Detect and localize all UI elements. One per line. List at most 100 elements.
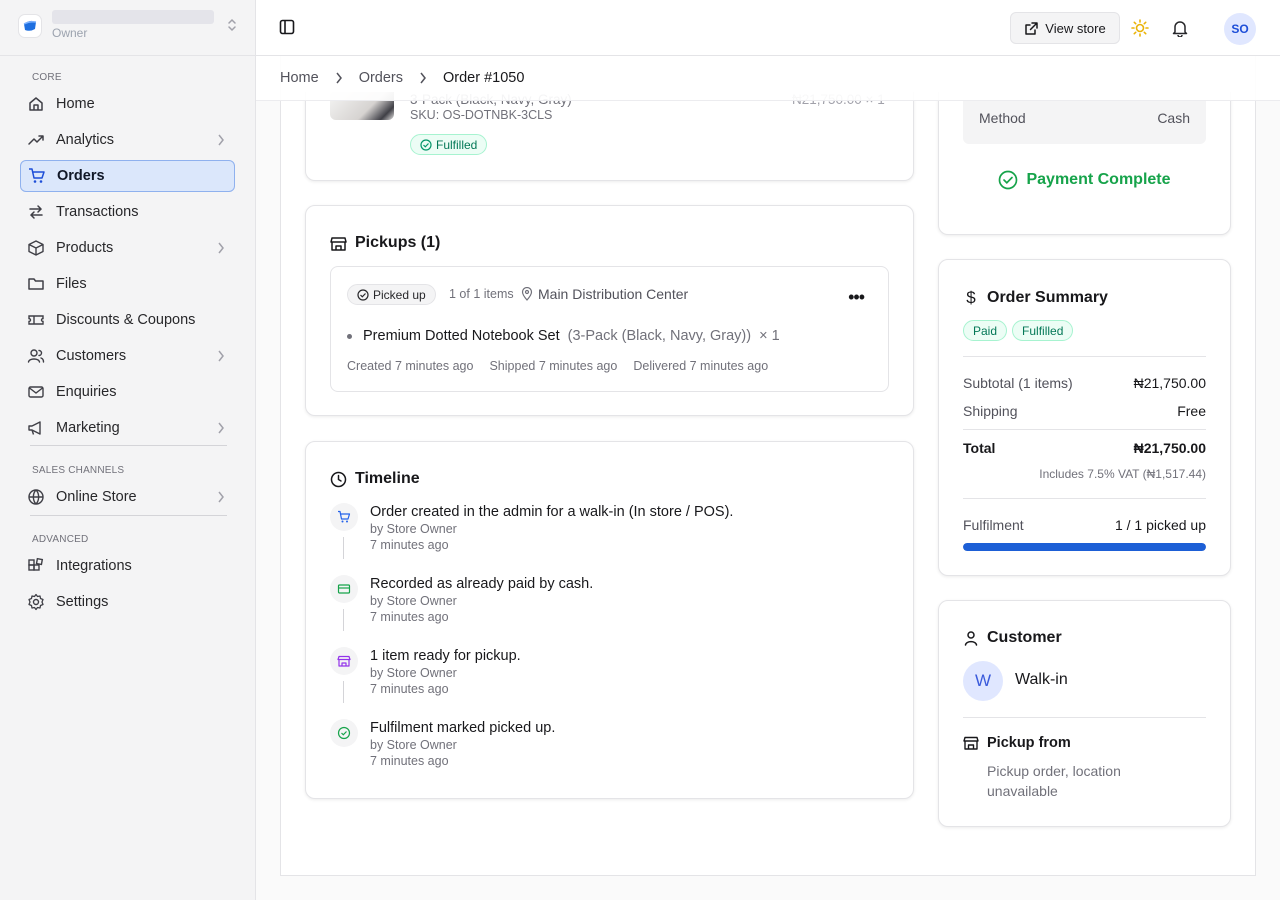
sidebar-separator (30, 445, 227, 446)
order-summary-card: $ Order Summary Paid Fulfilled Subtotal … (938, 259, 1231, 576)
sidebar-item-label: Analytics (56, 132, 115, 148)
sidebar-item-products[interactable]: Products (20, 232, 235, 264)
total-label: Total (963, 440, 996, 456)
store-icon (963, 736, 979, 750)
timeline-event-author: by Store Owner (370, 594, 457, 608)
divider (963, 498, 1206, 499)
breadcrumb: Home Orders Order #1050 (256, 56, 1280, 101)
sidebar-item-online-store[interactable]: Online Store (20, 481, 235, 513)
sidebar-item-analytics[interactable]: Analytics (20, 124, 235, 156)
ticket-icon (28, 315, 44, 325)
shipping-row: Shipping Free (963, 403, 1206, 419)
sidebar-item-transactions[interactable]: Transactions (20, 196, 235, 228)
more-actions-icon[interactable]: ••• (848, 287, 865, 308)
sidebar-item-integrations[interactable]: Integrations (20, 550, 235, 582)
pickup-entry: Picked up 1 of 1 items Main Distribution… (330, 266, 889, 392)
pickup-location-text: Main Distribution Center (538, 286, 689, 302)
view-store-button[interactable]: View store (1010, 12, 1120, 44)
sidebar-divider (0, 55, 255, 56)
folder-icon (28, 278, 44, 290)
arrows-swap-icon (29, 205, 43, 219)
timeline-event-text: Recorded as already paid by cash. (370, 576, 594, 592)
view-store-label: View store (1045, 20, 1106, 36)
total-row: Total ₦21,750.00 (963, 440, 1206, 456)
user-icon (964, 631, 978, 646)
paid-badge: Paid (963, 320, 1008, 341)
timeline-event: Order created in the admin for a walk-in… (330, 503, 890, 567)
pickup-item-count: 1 of 1 items (449, 287, 514, 301)
timeline-connector (343, 609, 344, 631)
trending-up-icon (28, 135, 44, 145)
notifications-bell-icon[interactable] (1171, 19, 1189, 37)
credit-card-icon (330, 575, 358, 603)
sidebar-item-discounts[interactable]: Discounts & Coupons (20, 304, 235, 336)
timeline-title-text: Timeline (355, 470, 420, 487)
timeline-event-author: by Store Owner (370, 738, 457, 752)
sidebar-item-files[interactable]: Files (20, 268, 235, 300)
gear-icon (28, 593, 44, 611)
fulfilment-progress-fill (963, 543, 1206, 551)
payment-status-text: Payment Complete (1026, 171, 1171, 188)
picked-up-badge-label: Picked up (373, 287, 426, 302)
timeline-event: Fulfilment marked picked up. by Store Ow… (330, 719, 890, 783)
timeline-event-text: Order created in the admin for a walk-in… (370, 504, 734, 520)
pickups-title: Pickups (1) (330, 234, 440, 252)
user-avatar[interactable]: SO (1224, 13, 1256, 45)
sidebar-item-label: Integrations (56, 558, 132, 574)
sidebar-toggle-icon[interactable] (278, 18, 296, 36)
sidebar-item-settings[interactable]: Settings (20, 586, 235, 618)
payment-card: Method Cash Payment Complete (938, 92, 1231, 235)
sidebar-item-label: Orders (57, 168, 105, 184)
timeline-card: Timeline Order created in the admin for … (305, 441, 914, 799)
sidebar-item-home[interactable]: Home (20, 88, 235, 120)
map-pin-icon (521, 287, 533, 301)
sidebar-item-customers[interactable]: Customers (20, 340, 235, 372)
sidebar-item-marketing[interactable]: Marketing (20, 412, 235, 444)
workspace-switcher[interactable]: Owner (16, 10, 240, 46)
breadcrumb-current: Order #1050 (443, 70, 525, 86)
timeline-event-time: 7 minutes ago (370, 754, 449, 768)
external-link-icon (1025, 21, 1039, 35)
item-sku: SKU: OS-DOTNBK-3CLS (410, 108, 553, 122)
customer-avatar: W (963, 661, 1003, 701)
sidebar-item-orders[interactable]: Orders (20, 160, 235, 192)
chevron-right-icon (420, 72, 426, 84)
timeline-event-author: by Store Owner (370, 522, 457, 536)
sidebar-item-label: Discounts & Coupons (56, 312, 196, 328)
pickup-created: Created 7 minutes ago (347, 359, 474, 373)
order-items-card: 3-Pack (Black, Navy, Gray) SKU: OS-DOTNB… (305, 92, 914, 181)
divider (963, 429, 1206, 430)
pickup-from-label: Pickup from (987, 735, 1071, 751)
sidebar-item-label: Marketing (56, 420, 120, 436)
shipping-value: Free (1177, 403, 1206, 419)
sidebar-item-label: Files (56, 276, 87, 292)
payment-method-value: Cash (1157, 110, 1190, 126)
pickup-product-qty: × 1 (759, 328, 780, 344)
chevron-right-icon (218, 134, 224, 146)
picked-up-badge: Picked up (347, 284, 436, 305)
customer-card: Customer W Walk-in Pickup from Pickup or… (938, 600, 1231, 827)
breadcrumb-home[interactable]: Home (280, 70, 319, 86)
fulfilment-label: Fulfilment (963, 517, 1024, 533)
fulfilment-progress-bar (963, 543, 1206, 551)
timeline-event-time: 7 minutes ago (370, 610, 449, 624)
home-icon (29, 97, 43, 111)
pickups-title-text: Pickups (1) (355, 234, 441, 251)
breadcrumb-orders[interactable]: Orders (359, 70, 403, 86)
divider (963, 717, 1206, 718)
theme-toggle-sun-icon[interactable] (1131, 19, 1149, 37)
fulfilled-badge: Fulfilled (410, 134, 488, 155)
store-icon (330, 236, 347, 251)
shipping-label: Shipping (963, 403, 1018, 419)
chevron-right-icon (336, 72, 342, 84)
pickup-shipped: Shipped 7 minutes ago (489, 359, 618, 373)
chevron-right-icon (218, 422, 224, 434)
sidebar-item-label: Transactions (56, 204, 139, 220)
sidebar-item-enquiries[interactable]: Enquiries (20, 376, 235, 408)
pickup-meta: Created 7 minutes ago Shipped 7 minutes … (347, 359, 768, 373)
order-status-badges: Paid Fulfilled (963, 320, 1074, 341)
clock-icon (330, 471, 347, 487)
sidebar-item-label: Online Store (56, 489, 137, 505)
pickup-location: Main Distribution Center (521, 286, 688, 302)
store-logo-icon (18, 14, 42, 38)
